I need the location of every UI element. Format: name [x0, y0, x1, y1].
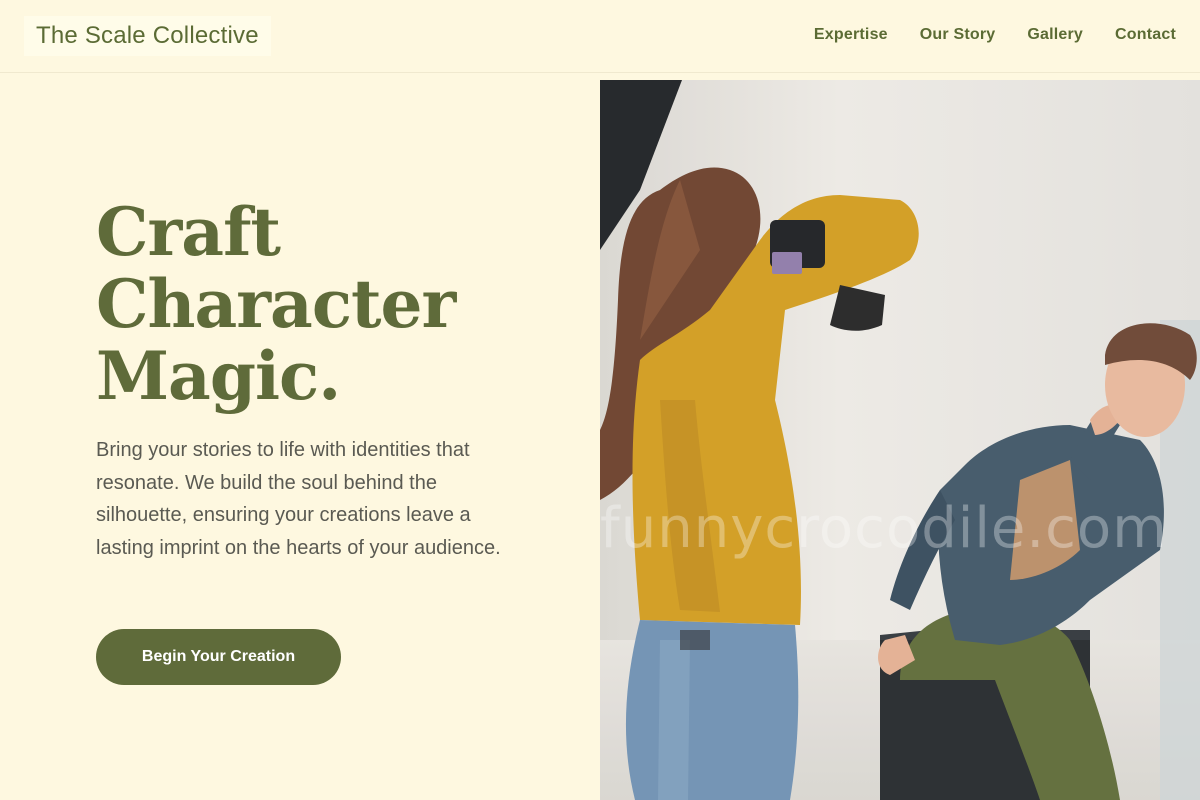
nav-link-contact[interactable]: Contact [1115, 24, 1176, 46]
nav-link-gallery[interactable]: Gallery [1027, 24, 1083, 46]
hero-description: Bring your stories to life with identiti… [96, 439, 501, 559]
photographer-and-model-illustration [600, 80, 1200, 800]
site-header: The Scale Collective Expertise Our Story… [0, 0, 1200, 73]
nav-link-our-story[interactable]: Our Story [920, 24, 996, 46]
image-watermark: funnycrocodile.com [600, 496, 1168, 561]
brand-logo[interactable]: The Scale Collective [24, 16, 271, 56]
hero-title-line: Craft [96, 193, 281, 271]
hero-title: Craft Character Magic. [96, 196, 536, 412]
hero-copy: Craft Character Magic. Bring your storie… [96, 196, 536, 564]
begin-creation-button[interactable]: Begin Your Creation [96, 629, 341, 685]
main-nav: Expertise Our Story Gallery Contact [814, 24, 1176, 46]
hero-title-line: Magic. [96, 337, 341, 415]
hero-title-line: Character [96, 265, 456, 343]
nav-link-expertise[interactable]: Expertise [814, 24, 888, 46]
hero-photo: funnycrocodile.com [600, 80, 1200, 800]
